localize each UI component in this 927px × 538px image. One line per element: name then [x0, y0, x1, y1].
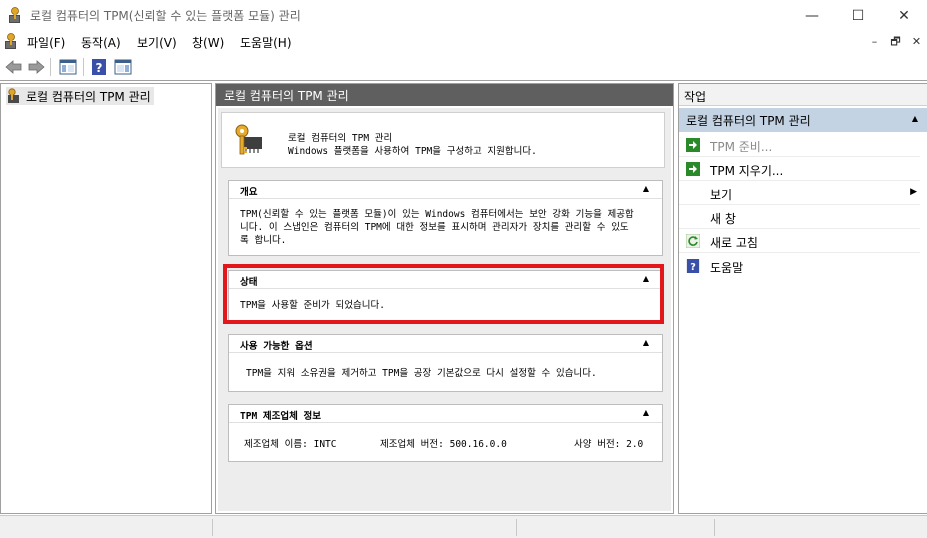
collapse-arrow-icon[interactable]: ▲: [912, 114, 918, 123]
action-label: 새로 고침: [710, 236, 758, 250]
forward-arrow-icon: [28, 60, 45, 74]
menu-file[interactable]: 파일(F): [27, 34, 65, 51]
menu-window[interactable]: 창(W): [192, 34, 224, 51]
tpm-key-chip-icon: [235, 124, 262, 155]
action-pane-icon: [114, 59, 132, 75]
overview-section: 개요 ▲ TPM(신뢰할 수 있는 플랫폼 모듈)이 있는 Windows 컴퓨…: [228, 180, 663, 256]
mdi-close-button[interactable]: ✕: [907, 33, 926, 50]
mdi-restore-button[interactable]: 🗗: [886, 33, 905, 50]
actions-group-header[interactable]: 로컬 컴퓨터의 TPM 관리 ▲: [679, 108, 927, 132]
intro-panel: 로컬 컴퓨터의 TPM 관리 Windows 플랫폼을 사용하여 TPM을 구성…: [221, 112, 665, 168]
intro-description: Windows 플랫폼을 사용하여 TPM을 구성하고 지원합니다.: [288, 146, 537, 157]
available-options-text: TPM을 지워 소유권을 제거하고 TPM을 공장 기본값으로 다시 설정할 수…: [246, 368, 597, 379]
available-options-section-title: 사용 가능한 옵션: [240, 341, 313, 352]
action-label: TPM 준비...: [710, 140, 773, 154]
action-clear-tpm[interactable]: TPM 지우기...: [679, 157, 920, 181]
action-label: TPM 지우기...: [710, 164, 784, 178]
menu-view[interactable]: 보기(V): [137, 34, 177, 51]
menu-help[interactable]: 도움말(H): [240, 34, 292, 51]
collapse-arrow-icon[interactable]: ▲: [643, 338, 649, 347]
status-bar-divider: [516, 519, 517, 536]
collapse-arrow-icon[interactable]: ▲: [643, 184, 649, 193]
actions-group-title: 로컬 컴퓨터의 TPM 관리: [686, 114, 811, 128]
back-button[interactable]: [4, 57, 24, 77]
status-section-title: 상태: [240, 277, 258, 288]
manufacturer-info-section-header[interactable]: TPM 제조업체 정보 ▲: [229, 405, 662, 423]
console-tree-pane: 로컬 컴퓨터의 TPM 관리: [0, 83, 212, 514]
show-hide-console-tree-button[interactable]: [58, 57, 78, 77]
window-title: 로컬 컴퓨터의 TPM(신뢰할 수 있는 플랫폼 모듈) 관리: [30, 9, 301, 23]
svg-text:?: ?: [96, 61, 103, 75]
submenu-arrow-icon: ▶: [910, 187, 917, 197]
help-icon: ?: [92, 59, 106, 75]
help-icon: ?: [686, 259, 700, 273]
collapse-arrow-icon[interactable]: ▲: [643, 274, 649, 283]
manufacturer-name: 제조업체 이름: INTC: [244, 439, 337, 450]
status-bar-divider: [714, 519, 715, 536]
key-chip-icon: [8, 88, 19, 103]
result-pane-title: 로컬 컴퓨터의 TPM 관리: [216, 84, 673, 106]
maximize-icon: ☐: [851, 7, 865, 24]
action-help[interactable]: ? 도움말: [679, 254, 920, 278]
status-bar: [0, 515, 927, 538]
minimize-icon: —: [805, 7, 819, 24]
green-arrow-icon: [686, 162, 700, 176]
status-section-header[interactable]: 상태 ▲: [229, 271, 662, 289]
collapse-arrow-icon[interactable]: ▲: [643, 408, 649, 417]
actions-pane: 작업 로컬 컴퓨터의 TPM 관리 ▲ TPM 준비... TPM 지우기...…: [678, 83, 927, 514]
toolbar-separator: [83, 58, 84, 76]
overview-text-line: 니다. 이 스냅인은 컴퓨터의 TPM에 대한 정보를 표시하며 관리자가 장치…: [240, 222, 629, 233]
help-button[interactable]: ?: [89, 57, 109, 77]
menu-bar: 파일(F) 동작(A) 보기(V) 창(W) 도움말(H) – 🗗 ✕: [0, 31, 927, 53]
spec-version: 사양 버전: 2.0: [574, 439, 644, 450]
tree-item-label: 로컬 컴퓨터의 TPM 관리: [26, 89, 151, 104]
close-button[interactable]: ✕: [881, 0, 927, 31]
action-label: 도움말: [710, 261, 744, 275]
menu-action[interactable]: 동작(A): [81, 34, 121, 51]
manufacturer-info-section-title: TPM 제조업체 정보: [240, 411, 322, 422]
action-view[interactable]: 보기 ▶: [679, 181, 920, 205]
toolbar-separator: [50, 58, 51, 76]
available-options-section-header[interactable]: 사용 가능한 옵션 ▲: [229, 335, 662, 353]
action-refresh[interactable]: 새로 고침: [679, 229, 920, 253]
key-chip-icon: [9, 7, 20, 23]
manufacturer-version: 제조업체 버전: 500.16.0.0: [380, 439, 507, 450]
forward-button[interactable]: [26, 57, 46, 77]
overview-section-header[interactable]: 개요 ▲: [229, 181, 662, 199]
status-bar-divider: [212, 519, 213, 536]
intro-title: 로컬 컴퓨터의 TPM 관리: [288, 133, 393, 144]
overview-text-line: 록 합니다.: [240, 235, 287, 246]
status-text: TPM을 사용할 준비가 되었습니다.: [240, 300, 385, 311]
action-label: 새 창: [710, 212, 736, 226]
action-new-window[interactable]: 새 창: [679, 205, 920, 229]
tree-item-tpm-management[interactable]: 로컬 컴퓨터의 TPM 관리: [6, 87, 154, 105]
overview-text-line: TPM(신뢰할 수 있는 플랫폼 모듈)이 있는 Windows 컴퓨터에서는 …: [240, 209, 634, 220]
manufacturer-info-section: TPM 제조업체 정보 ▲ 제조업체 이름: INTC 제조업체 버전: 500…: [228, 404, 663, 462]
close-icon: ✕: [898, 7, 910, 24]
action-label: 보기: [710, 188, 733, 202]
green-arrow-icon: [686, 138, 700, 152]
available-options-section: 사용 가능한 옵션 ▲ TPM을 지워 소유권을 제거하고 TPM을 공장 기본…: [228, 334, 663, 392]
result-pane: 로컬 컴퓨터의 TPM 관리 로컬 컴퓨터의 TPM 관리 Windows 플랫…: [215, 83, 674, 514]
maximize-button[interactable]: ☐: [835, 0, 881, 31]
title-bar: 로컬 컴퓨터의 TPM(신뢰할 수 있는 플랫폼 모듈) 관리 — ☐ ✕: [0, 0, 927, 31]
show-hide-action-pane-button[interactable]: [113, 57, 133, 77]
mdi-minimize-button[interactable]: –: [865, 33, 884, 50]
status-section: 상태 ▲ TPM을 사용할 준비가 되었습니다.: [228, 270, 663, 322]
overview-section-title: 개요: [240, 187, 258, 198]
result-pane-body: 로컬 컴퓨터의 TPM 관리 Windows 플랫폼을 사용하여 TPM을 구성…: [218, 108, 671, 511]
system-menu-icon[interactable]: [4, 33, 20, 50]
console-tree-icon: [59, 59, 77, 75]
toolbar: ?: [0, 54, 927, 81]
refresh-icon: [686, 234, 700, 248]
actions-pane-title: 작업: [679, 84, 927, 106]
action-prepare-tpm[interactable]: TPM 준비...: [679, 133, 920, 157]
svg-text:?: ?: [690, 262, 696, 273]
minimize-button[interactable]: —: [789, 0, 835, 31]
back-arrow-icon: [5, 60, 22, 74]
